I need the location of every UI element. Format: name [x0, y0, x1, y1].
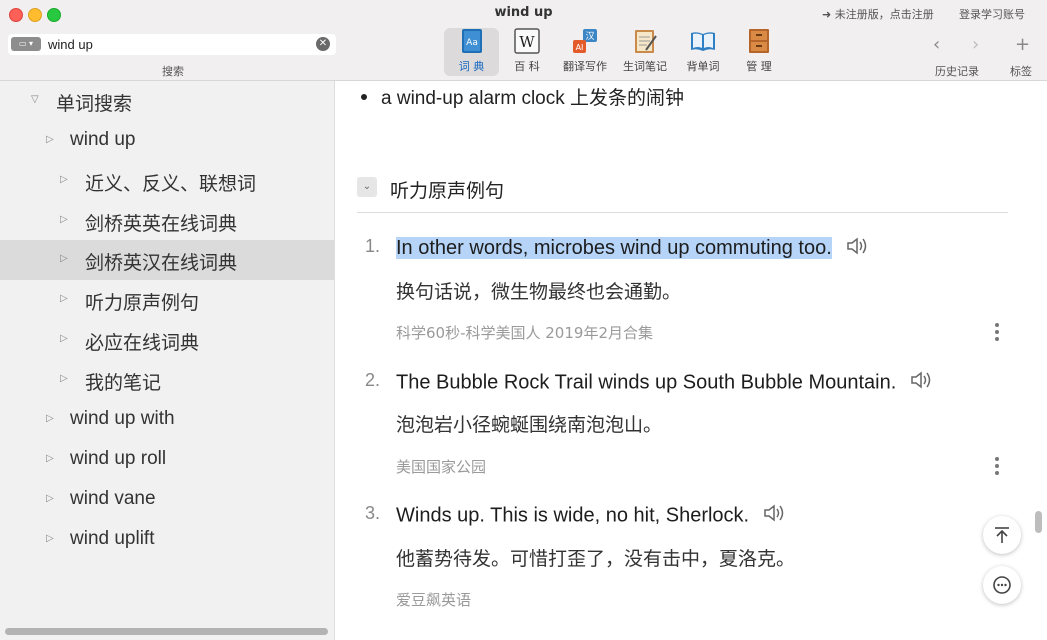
- sidebar-item-listening[interactable]: ▷ 听力原声例句: [0, 280, 334, 320]
- sidebar-item-bing[interactable]: ▷ 必应在线词典: [0, 320, 334, 360]
- chevron-right-icon: ▷: [60, 293, 68, 304]
- sidebar-item-cambridge-en[interactable]: ▷ 剑桥英英在线词典: [0, 201, 334, 241]
- tab-vocab[interactable]: 背单词: [683, 28, 723, 76]
- tab-dictionary[interactable]: Aa 词 典: [444, 28, 499, 76]
- more-options-icon[interactable]: [995, 457, 1001, 478]
- add-bookmark-button[interactable]: +: [1015, 34, 1030, 55]
- example-english[interactable]: The Bubble Rock Trail winds up South Bub…: [396, 369, 934, 397]
- chevron-right-icon: ▷: [46, 533, 54, 544]
- speaker-icon[interactable]: [763, 502, 787, 530]
- sidebar-item-word-search[interactable]: ▽ 单词搜索: [0, 81, 334, 121]
- sidebar: ▽ 单词搜索 ▷ wind up ▷ 近义、反义、联想词 ▷ 剑桥英英在线词典 …: [0, 81, 335, 640]
- definition-bullet: a wind-up alarm clock 上发条的闹钟: [361, 83, 684, 110]
- chevron-right-icon: ▷: [60, 174, 68, 185]
- example-source: 美国国家公园: [396, 458, 487, 476]
- bullet-dot: [361, 93, 367, 100]
- chevron-right-icon: ▷: [46, 493, 54, 504]
- chevron-right-icon: ▷: [46, 413, 54, 424]
- bookmark-caption: 标签: [1010, 65, 1032, 78]
- example-source: 科学60秒-科学美国人 2019年2月合集: [396, 324, 653, 342]
- section-title: 听力原声例句: [390, 180, 505, 202]
- back-button[interactable]: ‹: [933, 34, 940, 55]
- chevron-right-icon: ▷: [60, 214, 68, 225]
- sidebar-item-wind-vane[interactable]: ▷ wind vane: [0, 480, 334, 520]
- close-window-button[interactable]: [9, 8, 23, 22]
- book-icon: [691, 32, 715, 51]
- toolbar: wind up ➜ 未注册版，点击注册 登录学习账号 ▭ ▾ ✕ 搜索 Aa 词…: [0, 0, 1047, 81]
- sidebar-item-wind-up-with[interactable]: ▷ wind up with: [0, 400, 334, 440]
- example-chinese: 他蓄势待发。可惜打歪了，没有击中，夏洛克。: [396, 548, 796, 570]
- example-chinese: 泡泡岩小径蜿蜒围绕南泡泡山。: [396, 414, 663, 436]
- svg-text:AI: AI: [576, 43, 584, 52]
- example-number: 2.: [365, 370, 381, 390]
- main-content: a wind-up alarm clock 上发条的闹钟 ⌄ 听力原声例句 1.…: [335, 81, 1047, 640]
- sidebar-item-wind-up-roll[interactable]: ▷ wind up roll: [0, 440, 334, 480]
- chat-bubble-icon: [993, 576, 1011, 594]
- tab-notes[interactable]: 生词笔记: [620, 28, 670, 76]
- search-input[interactable]: [48, 36, 308, 53]
- chevron-down-icon: ▽: [31, 94, 39, 105]
- more-options-icon[interactable]: [995, 323, 1001, 344]
- chevron-right-icon: ▷: [46, 134, 54, 145]
- login-link[interactable]: 登录学习账号: [959, 6, 1025, 22]
- minimize-window-button[interactable]: [28, 8, 42, 22]
- wikipedia-icon: W: [514, 28, 540, 54]
- search-caption: 搜索: [162, 65, 184, 78]
- example-number: 1.: [365, 236, 381, 256]
- sidebar-item-wind-uplift[interactable]: ▷ wind uplift: [0, 520, 334, 560]
- example-english[interactable]: In other words, microbes wind up commuti…: [396, 235, 870, 263]
- comment-button[interactable]: [983, 566, 1021, 604]
- zoom-window-button[interactable]: [47, 8, 61, 22]
- sidebar-scrollbar[interactable]: [5, 628, 328, 635]
- tab-wiki[interactable]: W 百 科: [505, 28, 549, 76]
- arrow-up-icon: [995, 527, 1009, 543]
- svg-text:Aa: Aa: [466, 38, 478, 48]
- example-chinese: 换句话说，微生物最终也会通勤。: [396, 281, 682, 303]
- section-divider: [357, 212, 1008, 213]
- example-source: 爱豆飙英语: [396, 591, 472, 609]
- content-scrollbar[interactable]: [1035, 511, 1042, 533]
- forward-button[interactable]: ›: [972, 34, 979, 55]
- example-number: 3.: [365, 503, 381, 523]
- sidebar-item-cambridge-zh[interactable]: ▷ 剑桥英汉在线词典: [0, 240, 334, 280]
- svg-text:W: W: [519, 33, 535, 51]
- tab-manage[interactable]: 管 理: [740, 28, 778, 76]
- chevron-right-icon: ▷: [46, 453, 54, 464]
- register-link[interactable]: ➜ 未注册版，点击注册: [822, 6, 934, 22]
- scroll-to-top-button[interactable]: [983, 516, 1021, 554]
- chevron-right-icon: ▷: [60, 373, 68, 384]
- sidebar-item-wind-up[interactable]: ▷ wind up: [0, 121, 334, 161]
- svg-text:汉: 汉: [585, 31, 594, 42]
- history-caption: 历史记录: [935, 65, 979, 78]
- chevron-right-icon: ▷: [60, 333, 68, 344]
- tab-translate[interactable]: 汉 AI 翻译写作: [558, 28, 612, 76]
- chevron-right-icon: ▷: [60, 253, 68, 264]
- search-mode-dropdown[interactable]: ▭ ▾: [11, 37, 41, 51]
- translate-icon: 汉 AI: [573, 29, 597, 53]
- sidebar-item-synonyms[interactable]: ▷ 近义、反义、联想词: [0, 161, 334, 201]
- close-circle-icon[interactable]: ✕: [316, 37, 330, 51]
- notebook-icon: [635, 30, 657, 53]
- speaker-icon[interactable]: [910, 369, 934, 397]
- search-box: ▭ ▾ ✕: [8, 34, 336, 55]
- example-english[interactable]: Winds up. This is wide, no hit, Sherlock…: [396, 502, 787, 530]
- cabinet-icon: [749, 29, 769, 53]
- speaker-icon[interactable]: [846, 235, 870, 263]
- dictionary-icon: Aa: [461, 29, 482, 53]
- sidebar-item-my-notes[interactable]: ▷ 我的笔记: [0, 360, 334, 400]
- section-collapse-toggle[interactable]: ⌄: [357, 177, 377, 197]
